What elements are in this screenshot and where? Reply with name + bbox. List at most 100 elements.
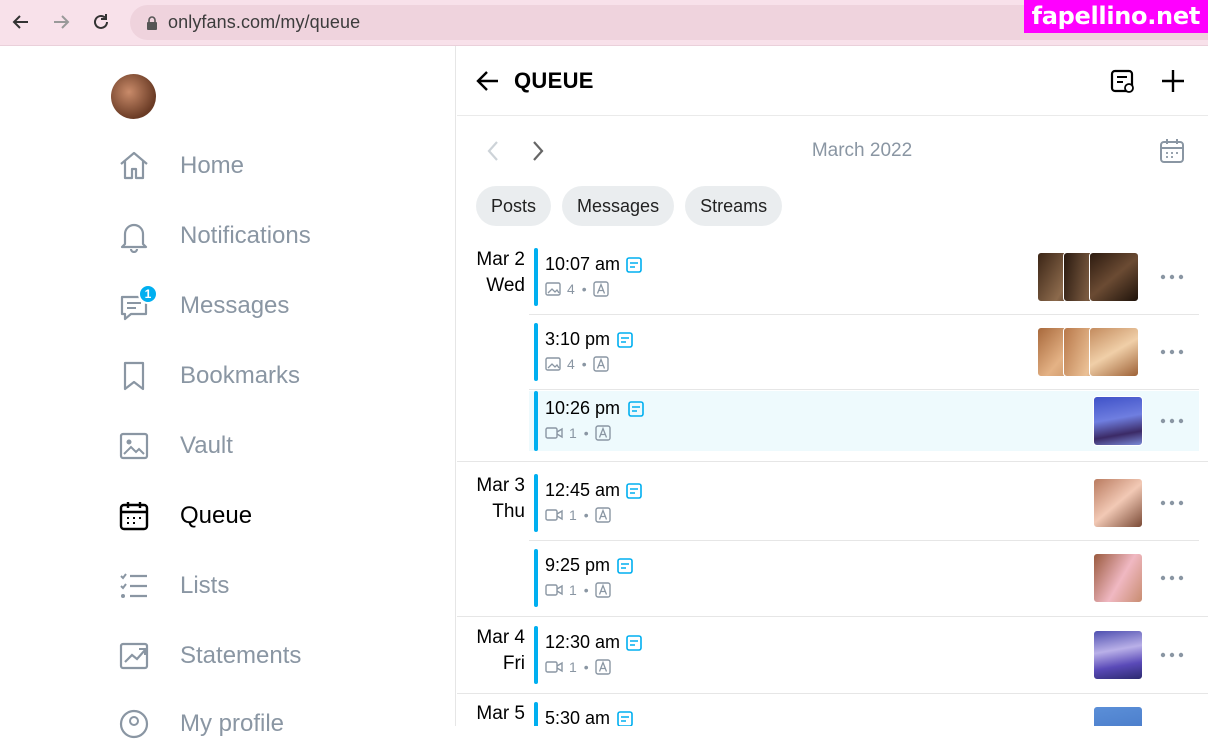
add-button[interactable] [1158,66,1188,96]
entry-time: 12:30 am [545,632,621,652]
day-weekday: Fri [502,653,525,674]
entry-bar [534,549,538,607]
auto-icon [595,507,611,523]
watermark: fapellino.net [1023,0,1208,33]
filter-messages[interactable]: Messages [562,186,675,226]
image-icon [116,428,152,464]
auto-icon [593,356,609,372]
sidebar-item-label: Statements [180,642,302,669]
filter-posts[interactable]: Posts [476,186,552,226]
day-group-mar-3: Mar 3 Thu 12:45 am 1 • 9:25 pm 1 • [457,466,1208,617]
more-options-button[interactable] [1157,408,1187,434]
filter-streams[interactable]: Streams [685,186,783,226]
entry-meta: 1 • [545,582,611,598]
calendar-icon [1160,139,1184,163]
list-settings-icon [1110,69,1134,93]
arrow-left-icon [476,71,498,91]
entry-meta: 1 • [545,425,611,441]
note-icon [626,635,642,651]
browser-reload-button[interactable] [88,9,114,35]
list-icon [116,568,152,604]
note-icon [617,711,633,726]
queue-entry[interactable]: 12:45 am 1 • [529,466,1199,541]
calendar-icon [116,498,152,534]
media-thumbnail [1093,396,1143,446]
video-icon [545,509,563,521]
page-header: QUEUE [457,46,1208,116]
queue-entry[interactable]: 10:26 pm 1 • [529,391,1199,451]
media-thumbnail [1093,478,1143,528]
sidebar-item-messages[interactable]: 1 Messages [116,284,289,326]
media-thumbnails [1093,553,1143,603]
queue-entry[interactable]: 9:25 pm 1 • [529,541,1199,616]
calendar-picker-button[interactable] [1159,138,1185,164]
auto-icon [595,425,611,441]
media-thumbnails [1037,327,1139,377]
arrow-left-icon [12,15,28,29]
entry-time: 9:25 pm [545,555,611,575]
day-group-mar-4: Mar 4 Fri 12:30 am 1 • [457,618,1208,694]
sidebar-item-vault[interactable]: Vault [116,426,233,466]
more-options-button[interactable] [1157,718,1187,726]
profile-icon [116,706,152,742]
more-options-button[interactable] [1157,642,1187,668]
more-options-button[interactable] [1157,339,1187,365]
queue-entry[interactable]: 12:30 am 1 • [529,618,1199,693]
media-thumbnail [1089,252,1139,302]
entry-time: 12:45 am [545,480,621,500]
sidebar-item-queue[interactable]: Queue [116,496,252,536]
sidebar-item-label: My profile [180,710,285,737]
auto-icon [593,281,609,297]
browser-forward-button[interactable] [48,9,74,35]
sidebar-item-my-profile[interactable]: My profile [116,704,284,744]
queue-entry[interactable]: 10:07 am 4 • [529,240,1199,315]
day-date: Mar 3 [476,475,525,496]
more-dots-icon [1160,500,1184,506]
more-options-button[interactable] [1157,264,1187,290]
url-text: onlyfans.com/my/queue [168,12,361,32]
arrow-right-icon [54,15,70,29]
media-thumbnails [1093,478,1143,528]
entry-time: 5:30 am [545,708,611,726]
month-label: March 2022 [811,140,913,161]
sidebar-item-label: Bookmarks [180,362,301,389]
sidebar-item-label: Vault [180,432,233,459]
queue-entry[interactable]: 5:30 am [529,694,1199,726]
back-button[interactable] [475,68,501,94]
photo-icon [545,282,561,296]
entry-bar [534,702,538,726]
note-icon [626,257,642,273]
unread-badge: 1 [138,284,158,304]
day-group-mar-2: Mar 2 Wed 10:07 am 4 • 3:10 pm 4 • 10:26… [457,240,1208,462]
video-icon [545,661,563,673]
sidebar-item-statements[interactable]: Statements [116,636,301,676]
note-icon [617,558,633,574]
sidebar-item-label: Queue [180,502,253,529]
browser-back-button[interactable] [8,9,34,35]
queue-entry[interactable]: 3:10 pm 4 • [529,315,1199,390]
browser-toolbar: onlyfans.com/my/queue fapellino.net [0,0,1208,46]
month-navigator: March 2022 [457,131,1208,171]
more-options-button[interactable] [1157,565,1187,591]
media-count: 4 [567,356,575,372]
entry-meta: 1 • [545,507,611,523]
page-title: QUEUE [514,68,594,93]
entry-bar [534,248,538,306]
filter-chips: Posts Messages Streams [476,186,783,226]
media-count: 1 [569,582,577,598]
note-icon [628,401,644,417]
media-thumbnails [1093,396,1143,446]
sidebar-item-notifications[interactable]: Notifications [116,216,311,256]
media-thumbnails [1093,630,1143,680]
avatar[interactable] [111,74,156,119]
queue-settings-button[interactable] [1107,66,1137,96]
more-options-button[interactable] [1157,490,1187,516]
sidebar-item-lists[interactable]: Lists [116,566,229,606]
sidebar-item-bookmarks[interactable]: Bookmarks [116,356,300,396]
media-thumbnails [1037,252,1139,302]
day-weekday: Thu [492,501,525,522]
video-icon [545,427,563,439]
sidebar-item-home[interactable]: Home [116,146,244,186]
message-icon: 1 [116,284,158,324]
auto-icon [595,582,611,598]
